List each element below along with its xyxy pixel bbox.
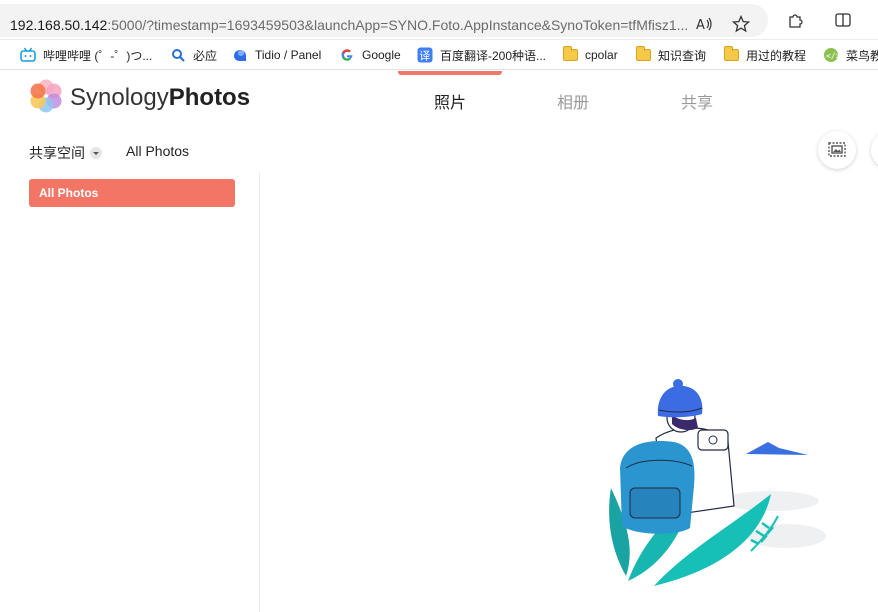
- bookmark-label: cpolar: [585, 48, 618, 62]
- bookmark-label: Google: [362, 48, 401, 62]
- url-field[interactable]: 192.168.50.142:5000/?timestamp=169345950…: [0, 4, 768, 37]
- read-aloud-icon[interactable]: A: [694, 14, 714, 34]
- bookmark-label: 知识查询: [658, 48, 707, 63]
- bookmarks-bar: 哔哩哔哩 (゜-゜)つ... 必应 Tidio / Panel Google 译…: [0, 40, 878, 70]
- tab-photos[interactable]: 照片: [434, 89, 466, 113]
- bookmark-label: 用过的教程: [746, 48, 807, 63]
- bookmark-bing[interactable]: 必应: [170, 45, 217, 65]
- brand-light: Synology: [70, 84, 169, 111]
- bookmark-label: 哔哩哔哩 (゜-゜)つ...: [43, 48, 153, 63]
- sidebar: All Photos: [0, 172, 260, 612]
- url-host: 192.168.50.142: [10, 17, 108, 33]
- bing-search-icon: [170, 47, 186, 63]
- bookmark-google[interactable]: Google: [339, 45, 401, 65]
- breadcrumb: All Photos: [126, 143, 190, 159]
- app-header: SynologyPhotos 照片 相册 共享: [0, 71, 878, 126]
- toolbar: 共享空间 All Photos: [0, 130, 878, 172]
- split-screen-icon[interactable]: [833, 10, 853, 30]
- shared-space-dropdown[interactable]: 共享空间: [29, 143, 102, 163]
- more-actions-button[interactable]: [871, 131, 878, 169]
- bookmark-label: 百度翻译-200种语...: [440, 48, 547, 63]
- bookmark-baidu-translate[interactable]: 译 百度翻译-200种语...: [417, 45, 546, 65]
- bookmark-folder-knowledge[interactable]: 知识查询: [635, 45, 706, 65]
- bookmark-tidio[interactable]: Tidio / Panel: [232, 45, 321, 65]
- folder-icon: [562, 46, 578, 63]
- bookmark-bilibili[interactable]: 哔哩哔哩 (゜-゜)つ...: [20, 45, 152, 65]
- chevron-down-icon: [90, 147, 102, 159]
- folder-icon: [635, 46, 651, 63]
- brand-bold: Photos: [168, 84, 251, 111]
- bookmark-label: Tidio / Panel: [255, 48, 322, 62]
- baidu-translate-icon: 译: [417, 47, 433, 63]
- brand-name: SynologyPhotos: [70, 84, 250, 112]
- browser-address-bar: 192.168.50.142:5000/?timestamp=169345950…: [0, 0, 878, 40]
- tidio-icon: [232, 47, 248, 63]
- bookmark-folder-tutorials[interactable]: 用过的教程: [723, 45, 806, 65]
- empty-state-illustration: [609, 379, 826, 586]
- extensions-icon[interactable]: [785, 10, 805, 30]
- folder-icon: [723, 46, 739, 63]
- bookmark-label: 必应: [193, 48, 218, 63]
- favorite-star-icon[interactable]: [731, 14, 751, 34]
- svg-text:A: A: [696, 18, 705, 33]
- bookmark-runoob[interactable]: </> 菜鸟教: [823, 45, 878, 65]
- runoob-icon: </>: [823, 47, 839, 63]
- synology-photos-logo-icon: [30, 79, 62, 113]
- svg-text:译: 译: [419, 50, 430, 63]
- sidebar-item-all-photos[interactable]: All Photos: [29, 179, 235, 207]
- active-tab-indicator: [398, 71, 502, 75]
- shared-space-label: 共享空间: [29, 145, 85, 161]
- google-icon: [339, 47, 355, 63]
- bookmark-folder-cpolar[interactable]: cpolar: [562, 45, 618, 65]
- tab-albums[interactable]: 相册: [557, 89, 589, 113]
- url-path: :5000/?timestamp=1693459503&launchApp=SY…: [107, 17, 689, 33]
- slideshow-button[interactable]: [818, 131, 856, 169]
- bilibili-icon: [20, 47, 36, 63]
- url-text[interactable]: 192.168.50.142:5000/?timestamp=169345950…: [10, 17, 690, 33]
- bookmark-label: 菜鸟教: [846, 48, 878, 63]
- slideshow-icon: [828, 142, 846, 157]
- tab-sharing[interactable]: 共享: [681, 89, 713, 113]
- svg-text:</>: </>: [826, 52, 839, 61]
